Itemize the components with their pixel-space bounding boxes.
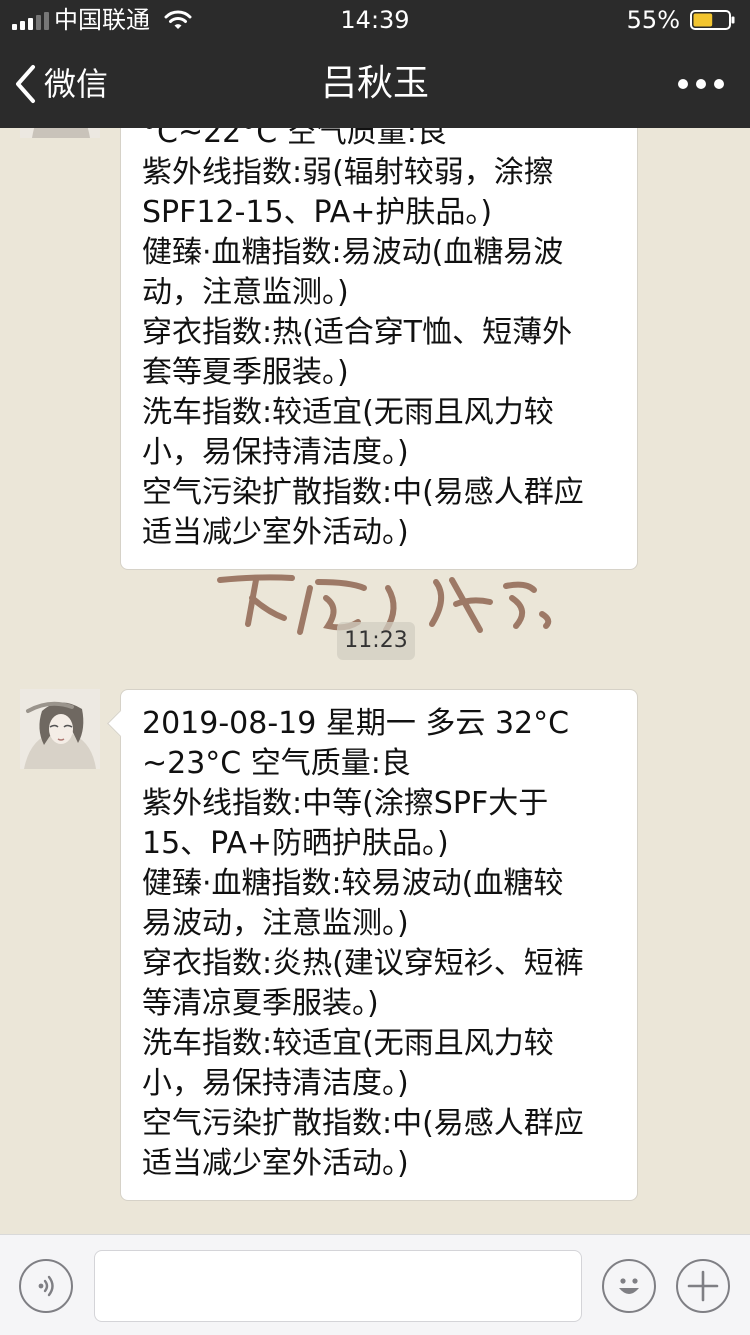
message-input[interactable] xyxy=(94,1250,582,1322)
more-dot xyxy=(678,79,688,89)
plus-icon xyxy=(687,1270,719,1302)
voice-button[interactable] xyxy=(19,1259,73,1313)
battery-percent: 55% xyxy=(626,6,680,34)
message-bubble[interactable]: 2019-08-19 星期一 多云 32°C ~23°C 空气质量:良紫外线指数:… xyxy=(107,689,638,1201)
message-line: 空气污染扩散指数:中(易感人群应 xyxy=(142,1106,584,1141)
input-bar xyxy=(0,1234,750,1335)
message-line: 易波动，注意监测。) xyxy=(142,906,409,941)
battery-icon xyxy=(690,10,735,30)
emoji-button[interactable] xyxy=(602,1259,656,1313)
message-line: SPF12-15、PA+护肤品。) xyxy=(142,195,493,230)
nav-bar: 微信 吕秋玉 xyxy=(0,40,750,128)
status-bar: 中国联通 14:39 55% xyxy=(0,0,750,40)
voice-icon xyxy=(38,1275,54,1297)
message-line: 动，注意监测。) xyxy=(142,275,349,310)
message-line: 紫外线指数:弱(辐射较弱，涂擦 xyxy=(142,155,554,190)
chat-title: 吕秋玉 xyxy=(320,63,429,104)
bubble-tail xyxy=(107,710,134,737)
battery-fill xyxy=(693,13,713,27)
message-line: 空气污染扩散指数:中(易感人群应 xyxy=(142,475,584,510)
avatar[interactable] xyxy=(20,128,100,138)
avatar[interactable] xyxy=(20,689,100,769)
message-line: 15、PA+防晒护肤品。) xyxy=(142,826,449,861)
more-dots-icon[interactable] xyxy=(678,74,724,94)
more-dot xyxy=(696,79,706,89)
avatar-illustration xyxy=(20,689,100,769)
message-line: ~23°C 空气质量:良 xyxy=(142,746,411,781)
message-line: °C~22°C 空气质量:良 xyxy=(142,128,447,150)
emoji-icon xyxy=(619,1278,639,1294)
message-text: °C~22°C 空气质量:良紫外线指数:弱(辐射较弱，涂擦 SPF12-15、PA… xyxy=(142,128,617,553)
more-actions-button[interactable] xyxy=(676,1259,730,1313)
message-line: 适当减少室外活动。) xyxy=(142,515,409,550)
message-bubble[interactable]: °C~22°C 空气质量:良紫外线指数:弱(辐射较弱，涂擦 SPF12-15、PA… xyxy=(120,128,638,570)
message-timestamp: 11:23 xyxy=(337,622,415,660)
message-line: 小，易保持清洁度。) xyxy=(142,1066,409,1101)
more-dot xyxy=(714,79,724,89)
message-line: 套等夏季服装。) xyxy=(142,355,349,390)
message-line: 穿衣指数:热(适合穿T恤、短薄外 xyxy=(142,315,573,350)
message-line: 穿衣指数:炎热(建议穿短衫、短裤 xyxy=(142,946,584,981)
message-line: 小，易保持清洁度。) xyxy=(142,435,409,470)
message-line: 适当减少室外活动。) xyxy=(142,1146,409,1181)
message-line: 健臻·血糖指数:易波动(血糖易波 xyxy=(142,235,564,270)
avatar-illustration xyxy=(20,128,100,138)
message-line: 健臻·血糖指数:较易波动(血糖较 xyxy=(142,866,564,901)
message-line: 紫外线指数:中等(涂擦SPF大于 xyxy=(142,786,549,821)
message-line: 等清凉夏季服装。) xyxy=(142,986,379,1021)
message-line: 洗车指数:较适宜(无雨且风力较 xyxy=(142,395,554,430)
message-text: 2019-08-19 星期一 多云 32°C ~23°C 空气质量:良紫外线指数:… xyxy=(142,704,617,1184)
chat-area[interactable]: °C~22°C 空气质量:良紫外线指数:弱(辐射较弱，涂擦 SPF12-15、PA… xyxy=(0,128,750,1234)
message-line: 2019-08-19 星期一 多云 32°C xyxy=(142,706,570,741)
message-line: 洗车指数:较适宜(无雨且风力较 xyxy=(142,1026,554,1061)
